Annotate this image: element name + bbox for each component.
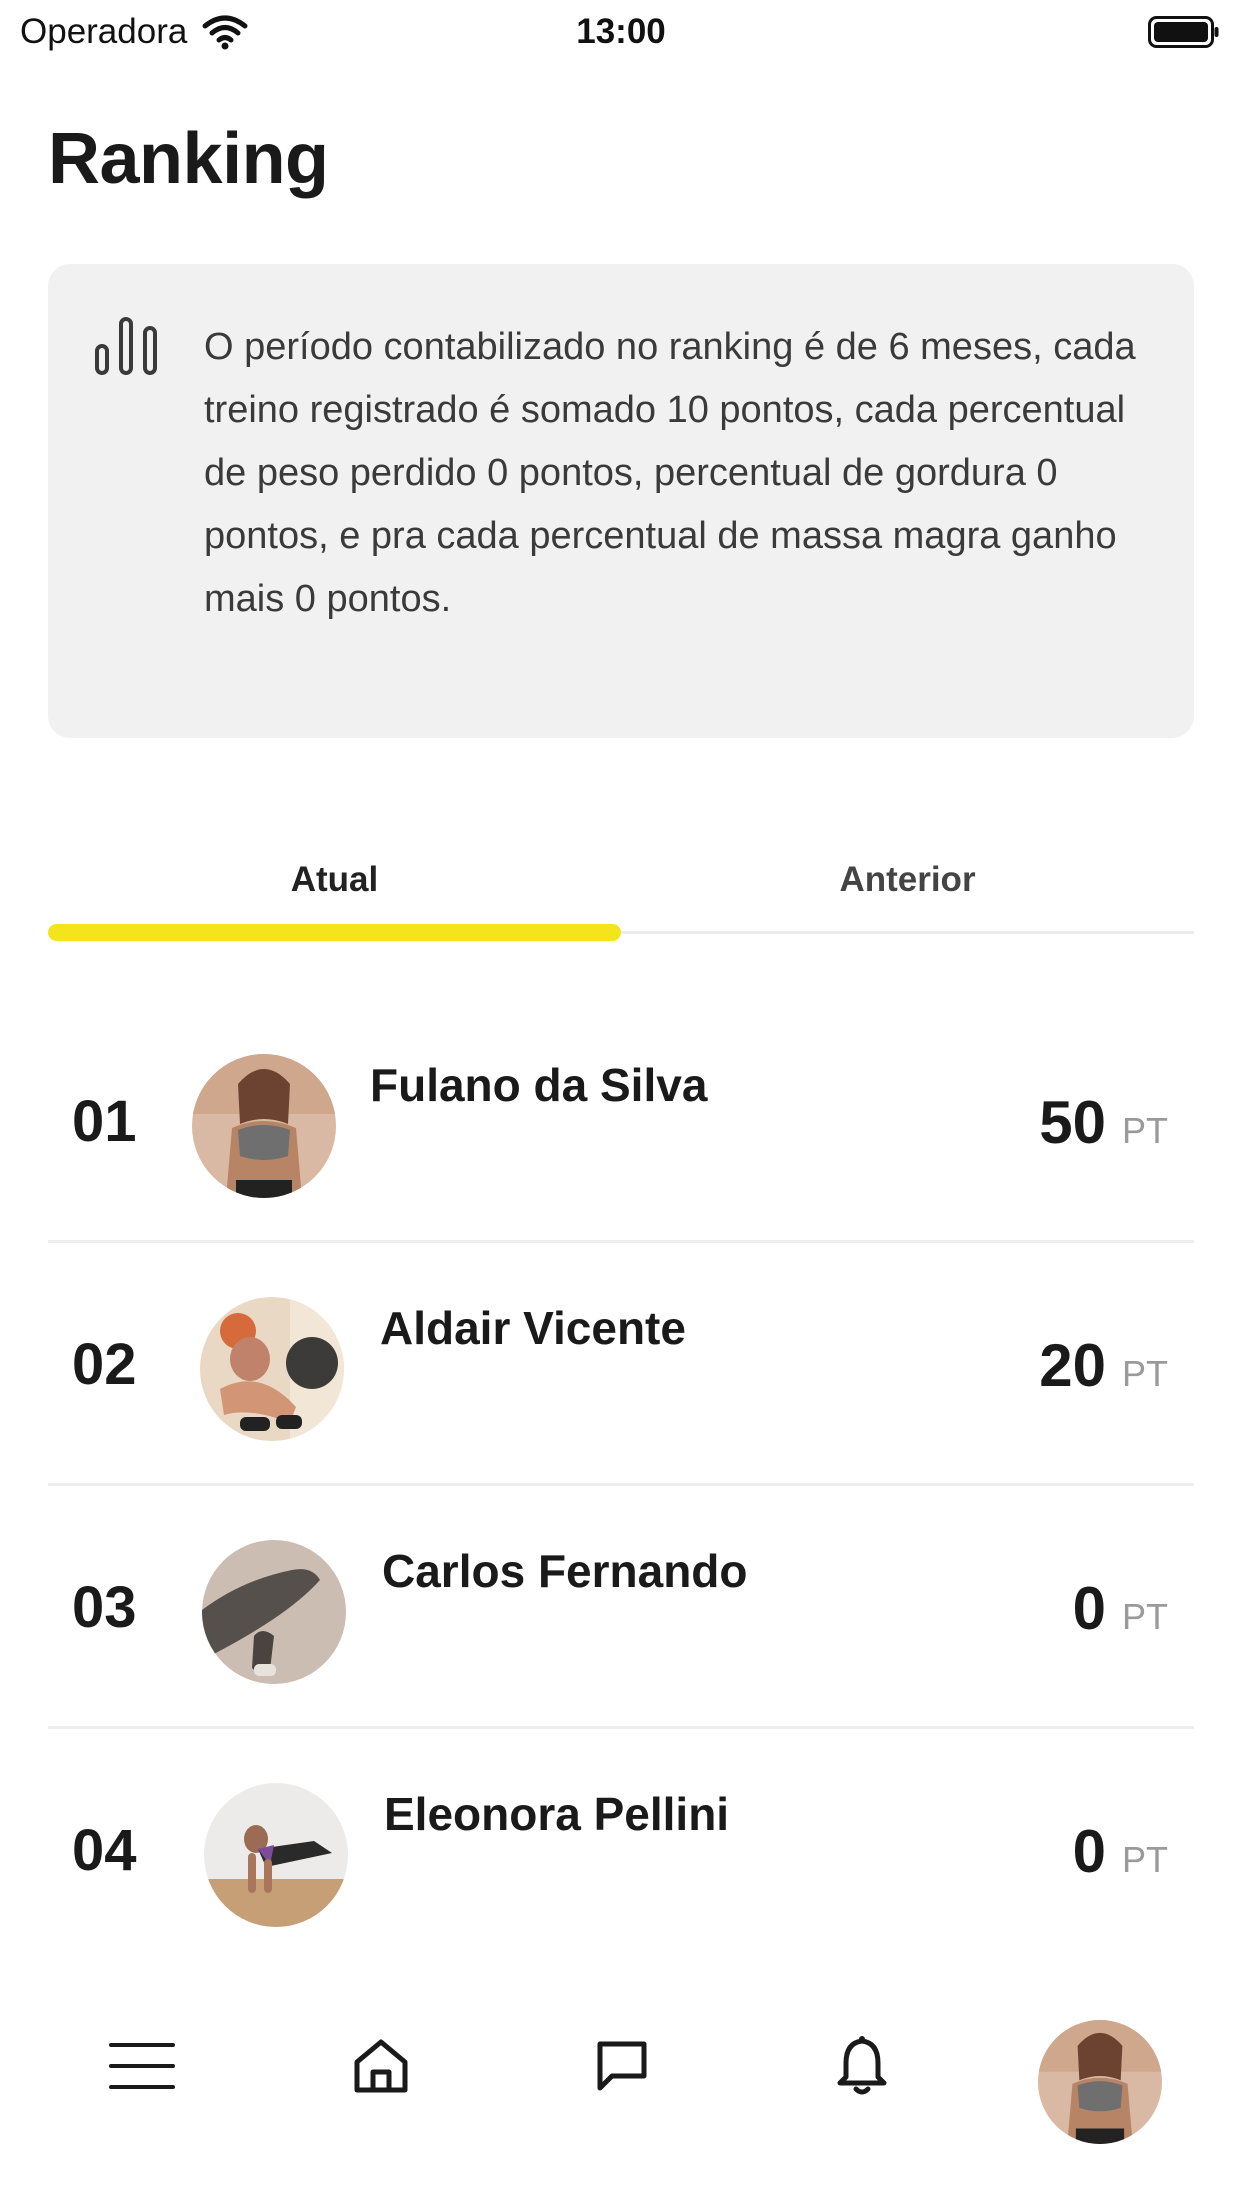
profile-avatar-button[interactable] xyxy=(1038,2020,1162,2144)
messages-button[interactable] xyxy=(582,2026,662,2106)
tab-active-indicator xyxy=(48,924,621,941)
ranking-row[interactable]: 03 Carlos Fernando 0 PT xyxy=(48,1486,1194,1729)
avatar xyxy=(192,1054,336,1198)
ranking-info-card: O período contabilizado no ranking é de … xyxy=(48,264,1194,738)
home-button[interactable] xyxy=(341,2026,421,2106)
avatar xyxy=(1038,2020,1162,2144)
score-value: 20 xyxy=(1039,1332,1106,1399)
clock: 13:00 xyxy=(576,12,666,51)
rank-score: 50 PT xyxy=(1039,1088,1168,1157)
status-bar: Operadora 13:00 xyxy=(0,0,1242,62)
page-title: Ranking xyxy=(48,119,329,199)
ranking-row[interactable]: 01 Fulano da Silva 50 PT xyxy=(48,1000,1194,1243)
tab-atual[interactable]: Atual xyxy=(48,840,621,920)
ranking-info-text: O período contabilizado no ranking é de … xyxy=(204,326,1136,620)
menu-icon xyxy=(109,2043,175,2089)
notifications-button[interactable] xyxy=(822,2026,902,2106)
rank-position: 04 xyxy=(72,1818,137,1883)
battery-icon xyxy=(1148,16,1219,48)
rank-position: 02 xyxy=(72,1332,137,1397)
rank-score: 0 PT xyxy=(1073,1817,1168,1886)
ranking-row[interactable]: 02 Aldair Vicente 20 PT xyxy=(48,1243,1194,1486)
score-unit: PT xyxy=(1121,1596,1168,1637)
athlete-name: Carlos Fernando xyxy=(382,1545,748,1597)
bar-chart-icon xyxy=(95,317,157,375)
score-value: 0 xyxy=(1072,1818,1106,1885)
score-unit: PT xyxy=(1121,1110,1168,1151)
rank-position: 03 xyxy=(72,1575,137,1640)
athlete-name: Aldair Vicente xyxy=(380,1302,686,1354)
chat-icon xyxy=(597,2041,647,2091)
ranking-tabs: Atual Anterior xyxy=(48,840,1194,941)
rank-score: 20 PT xyxy=(1039,1331,1168,1400)
rank-position: 01 xyxy=(72,1089,137,1154)
score-unit: PT xyxy=(1121,1839,1168,1880)
home-icon xyxy=(354,2039,408,2093)
score-value: 50 xyxy=(1039,1089,1106,1156)
ranking-row[interactable]: 04 Eleonora Pellini 0 PT xyxy=(48,1729,1194,1972)
score-value: 0 xyxy=(1072,1575,1106,1642)
bottom-nav xyxy=(0,1980,1242,2208)
tab-anterior[interactable]: Anterior xyxy=(621,840,1194,920)
avatar xyxy=(200,1297,344,1441)
menu-button[interactable] xyxy=(102,2026,182,2106)
rank-score: 0 PT xyxy=(1073,1574,1168,1643)
athlete-name: Eleonora Pellini xyxy=(384,1788,730,1840)
avatar xyxy=(202,1540,346,1684)
ranking-list: 01 Fulano da Silva 50 PT 02 Aldair Vicen… xyxy=(48,1000,1194,1972)
athlete-name: Fulano da Silva xyxy=(370,1059,708,1111)
avatar xyxy=(204,1783,348,1927)
bell-icon xyxy=(837,2036,887,2095)
score-unit: PT xyxy=(1121,1353,1168,1394)
